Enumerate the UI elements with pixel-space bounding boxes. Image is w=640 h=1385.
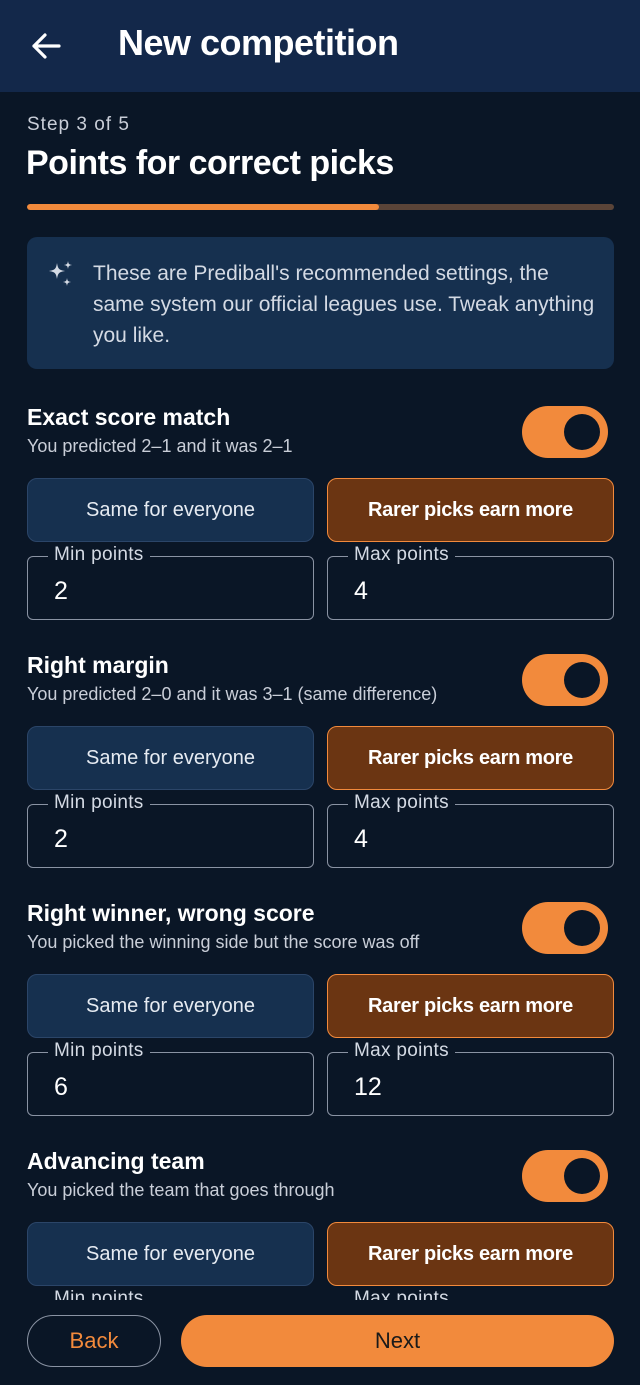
min-points-field[interactable]: Min points 6	[27, 1040, 314, 1116]
rarer-picks-button[interactable]: Rarer picks earn more	[327, 478, 614, 542]
section-title: Advancing team	[27, 1148, 205, 1174]
max-points-field[interactable]: Max points 4	[327, 544, 614, 620]
max-points-label: Max points	[348, 544, 455, 566]
section-title: Exact score match	[27, 404, 231, 430]
rarer-picks-button[interactable]: Rarer picks earn more	[327, 1222, 614, 1286]
section-subtitle: You picked the winning side but the scor…	[27, 932, 420, 952]
section-title: Right margin	[27, 652, 169, 678]
toggle-knob	[564, 1158, 600, 1194]
rarer-picks-button[interactable]: Rarer picks earn more	[327, 974, 614, 1038]
section-subtitle: You predicted 2–0 and it was 3–1 (same d…	[27, 684, 438, 704]
max-points-field[interactable]: Max points 12	[327, 1040, 614, 1116]
same-for-everyone-button[interactable]: Same for everyone	[27, 478, 314, 542]
same-for-everyone-button[interactable]: Same for everyone	[27, 1222, 314, 1286]
max-points-label: Max points	[348, 1040, 455, 1062]
step-label: Step 3 of 5	[27, 114, 130, 135]
max-points-value: 4	[354, 577, 368, 605]
min-points-label: Min points	[48, 1288, 150, 1300]
bottom-action-bar: Back Next	[0, 1300, 640, 1385]
app-title: New competition	[118, 22, 399, 63]
toggle-knob	[564, 662, 600, 698]
rarer-picks-button[interactable]: Rarer picks earn more	[327, 726, 614, 790]
min-points-label: Min points	[48, 1040, 150, 1062]
enable-toggle[interactable]	[522, 406, 608, 458]
section-right-margin: Right margin You predicted 2–0 and it wa…	[0, 652, 640, 900]
info-text: These are Prediball's recommended settin…	[93, 262, 595, 347]
toggle-knob	[564, 910, 600, 946]
section-advancing-team: Advancing team You picked the team that …	[0, 1148, 640, 1300]
enable-toggle[interactable]	[522, 1150, 608, 1202]
sparkle-icon	[49, 261, 72, 286]
same-for-everyone-button[interactable]: Same for everyone	[27, 726, 314, 790]
section-exact-score: Exact score match You predicted 2–1 and …	[0, 404, 640, 652]
section-title: Right winner, wrong score	[27, 900, 315, 926]
content-scroll[interactable]: Step 3 of 5 Points for correct picks The…	[0, 92, 640, 1300]
section-right-winner: Right winner, wrong score You picked the…	[0, 900, 640, 1148]
enable-toggle[interactable]	[522, 902, 608, 954]
min-points-label: Min points	[48, 544, 150, 566]
min-points-field[interactable]: Min points 2	[27, 544, 314, 620]
max-points-value: 4	[354, 825, 368, 853]
arrow-left-icon[interactable]	[28, 28, 64, 64]
page-title: Points for correct picks	[26, 144, 394, 182]
back-button[interactable]: Back	[27, 1315, 161, 1367]
section-subtitle: You predicted 2–1 and it was 2–1	[27, 436, 293, 456]
min-points-label: Min points	[48, 792, 150, 814]
app-bar: New competition	[0, 0, 640, 92]
same-for-everyone-button[interactable]: Same for everyone	[27, 974, 314, 1038]
min-points-value: 6	[54, 1073, 68, 1101]
max-points-value: 12	[354, 1073, 382, 1101]
toggle-knob	[564, 414, 600, 450]
section-subtitle: You picked the team that goes through	[27, 1180, 335, 1200]
info-card: These are Prediball's recommended settin…	[27, 237, 614, 369]
progress-bar-fill	[27, 204, 380, 210]
next-button[interactable]: Next	[181, 1315, 614, 1367]
max-points-label: Max points	[348, 792, 455, 814]
progress-bar	[27, 204, 614, 210]
min-points-field[interactable]: Min points 2	[27, 792, 314, 868]
max-points-label: Max points	[348, 1288, 455, 1300]
max-points-field[interactable]: Max points 4	[327, 792, 614, 868]
min-points-value: 2	[54, 825, 68, 853]
enable-toggle[interactable]	[522, 654, 608, 706]
min-points-value: 2	[54, 577, 68, 605]
